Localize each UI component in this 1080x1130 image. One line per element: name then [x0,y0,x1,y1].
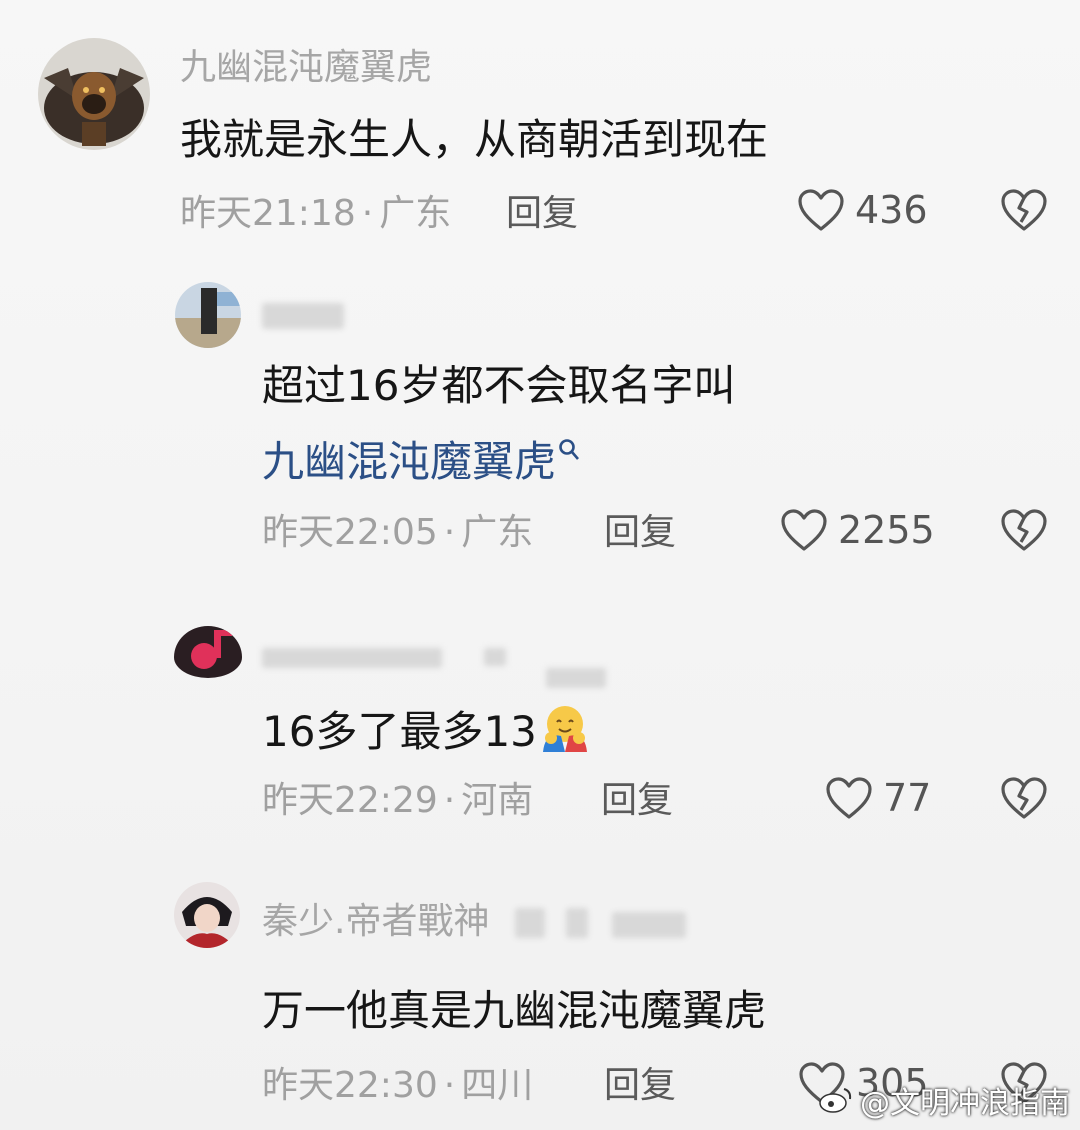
broken-heart-icon [1001,189,1047,231]
username[interactable]: 九幽混沌魔翼虎 [180,50,432,86]
search-icon [559,439,580,460]
hugging-face-emoji [542,706,587,752]
avatar-user-4[interactable] [174,882,240,948]
dislike-button[interactable] [1000,188,1048,232]
comment-time: 昨天22:05 [262,512,438,553]
weibo-logo-icon [819,1088,852,1113]
reply-button[interactable]: 回复 [601,783,673,819]
broken-heart-icon [1001,777,1047,819]
like-button[interactable]: 77 [825,776,931,820]
comment-meta: 昨天22:29 · 河南 [262,783,533,819]
comment-location: 广东 [461,512,534,553]
comment-location: 广东 [379,193,452,234]
reply-button[interactable]: 回复 [506,196,578,232]
comment-text-content: 16多了最多13 [262,707,537,756]
heart-outline-icon [826,777,872,819]
like-button[interactable]: 436 [797,188,928,232]
comment-thread: 九幽混沌魔翼虎 我就是永生人，从商朝活到现在 昨天21:18 · 广东 回复 436 [0,0,1080,1130]
mention-link[interactable]: 九幽混沌魔翼虎 [262,438,580,483]
comment-location: 四川 [461,1065,534,1106]
comment-text: 万一他真是九幽混沌魔翼虎 [262,986,767,1035]
dislike-button[interactable] [1000,508,1048,552]
tiger-avatar-image [38,38,150,150]
blurred-username [566,908,588,938]
blurred-username [515,908,545,938]
blurred-username [484,648,506,666]
comment-text: 超过16岁都不会取名字叫 [262,361,736,410]
blurred-username [262,303,344,329]
meta-separator: · [443,1065,456,1106]
like-count: 436 [855,188,928,232]
comment-time: 昨天22:29 [262,780,438,821]
anime-avatar-image [174,882,240,948]
blurred-username [546,668,606,688]
meta-separator: · [443,780,456,821]
comment-text: 16多了最多13 [262,702,591,754]
comment-location: 河南 [461,780,534,821]
reply-button[interactable]: 回复 [604,515,676,551]
heart-outline-icon [781,509,827,551]
comment-text: 我就是永生人，从商朝活到现在 [180,115,769,164]
dislike-button[interactable] [1000,776,1048,820]
watermark: @文明冲浪指南 [818,1078,1070,1122]
meta-separator: · [443,512,456,553]
broken-heart-icon [1001,509,1047,551]
avatar-user-2[interactable] [175,282,241,348]
watermark-text: @文明冲浪指南 [860,1086,1070,1121]
heart-outline-icon [798,189,844,231]
comment-time: 昨天22:30 [262,1065,438,1106]
avatar-user-3[interactable] [174,626,242,678]
comment-meta: 昨天22:05 · 广东 [262,515,533,551]
music-note-avatar-image [174,626,242,678]
blurred-username [612,912,686,938]
blurred-username [262,648,442,668]
comment-meta: 昨天22:30 · 四川 [262,1068,533,1104]
like-button[interactable]: 2255 [780,508,935,552]
comment-time: 昨天21:18 [180,193,356,234]
username[interactable]: 秦少.帝者戰神 [262,904,489,940]
like-count: 77 [883,776,932,820]
mention-text: 九幽混沌魔翼虎 [262,437,557,486]
user-avatar-image [175,282,241,348]
meta-separator: · [361,193,374,234]
comment-meta: 昨天21:18 · 广东 [180,196,451,232]
reply-button[interactable]: 回复 [604,1068,676,1104]
like-count: 2255 [838,508,935,552]
avatar-tiger[interactable] [38,38,150,150]
